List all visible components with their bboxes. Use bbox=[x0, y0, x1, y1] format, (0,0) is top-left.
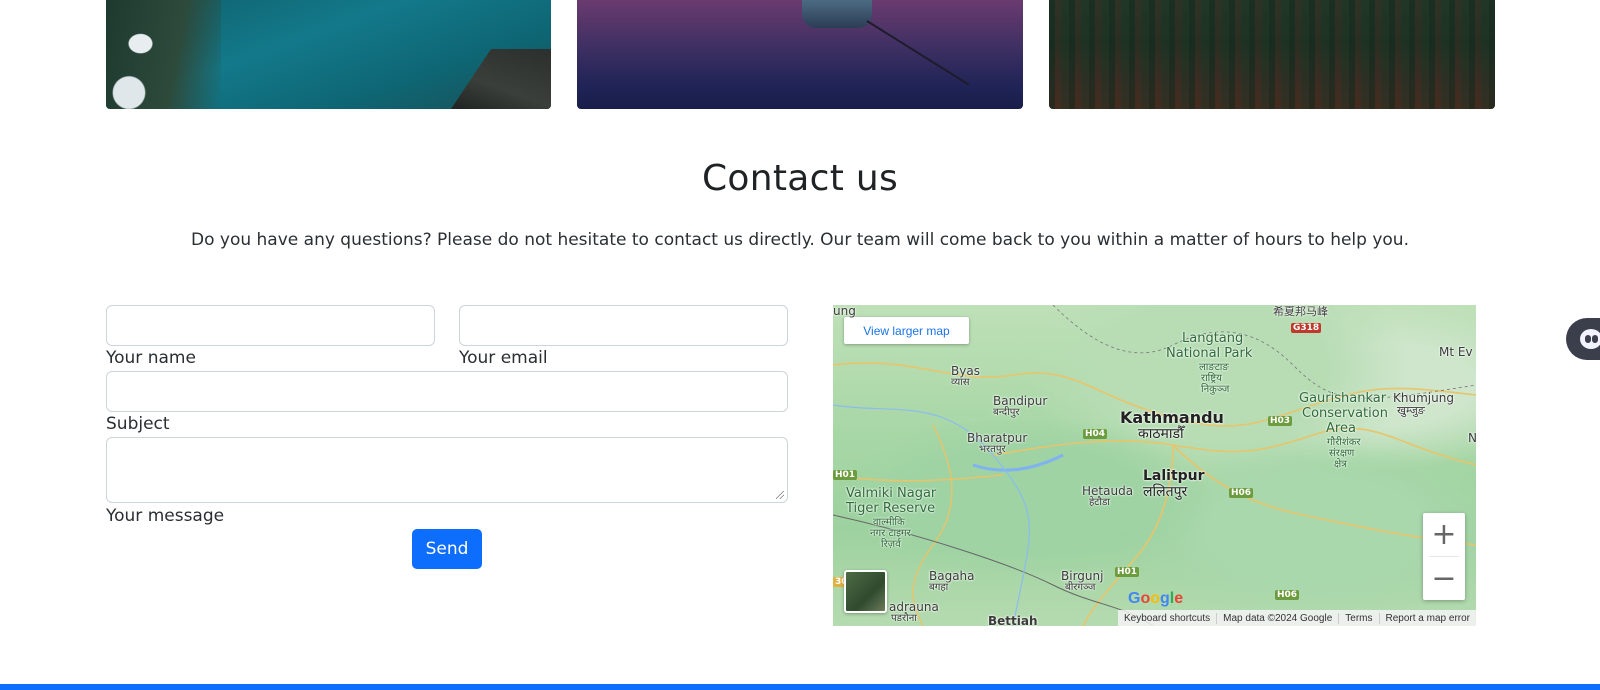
map-label-langtang-dev2: राष्ट्रिय bbox=[1201, 373, 1222, 384]
map-label-gaurishankar: Gaurishankar bbox=[1299, 391, 1387, 406]
contact-lead-text: Do you have any questions? Please do not… bbox=[191, 230, 1409, 250]
map-label-mt-everest: Mt Ev bbox=[1439, 345, 1473, 359]
map-label-ung: ung bbox=[833, 305, 856, 318]
highway-badge-g318: G318 bbox=[1291, 323, 1322, 333]
chat-widget-button[interactable] bbox=[1566, 318, 1600, 360]
message-field[interactable] bbox=[106, 437, 788, 503]
map-label-birgunj-dev: बीरगञ्ज bbox=[1065, 582, 1096, 593]
map-label-bandipur-dev: बन्दीपुर bbox=[993, 407, 1020, 418]
gallery-image-boat bbox=[577, 0, 1023, 109]
terms-link[interactable]: Terms bbox=[1338, 612, 1378, 624]
highway-badge-h01-west: H01 bbox=[833, 470, 858, 480]
map-label-shishapangma: 希夏邦马峰 bbox=[1273, 305, 1328, 318]
map-zoom-controls: + − bbox=[1423, 513, 1465, 600]
map-label-kathmandu: Kathmandu bbox=[1120, 408, 1224, 427]
map-attribution-bar: Keyboard shortcuts Map data ©2024 Google… bbox=[1117, 610, 1476, 626]
email-label: Your email bbox=[459, 348, 548, 368]
highway-badge-h06-north: H06 bbox=[1229, 488, 1254, 498]
contact-title: Contact us bbox=[701, 158, 899, 199]
map-label-lalitpur: Lalitpur bbox=[1143, 468, 1205, 484]
map-label-valmiki-dev2: नगर टाइगर bbox=[870, 528, 911, 539]
name-field[interactable] bbox=[106, 305, 435, 346]
map-label-bharatpur-dev: भरतपुर bbox=[979, 444, 1006, 455]
email-input[interactable] bbox=[460, 306, 787, 345]
highway-badge-h04: H04 bbox=[1083, 429, 1108, 439]
resize-grip-icon[interactable] bbox=[776, 491, 784, 499]
map-label-langtang-dev3: निकुञ्ज bbox=[1201, 384, 1230, 395]
footer-top-bar bbox=[0, 684, 1600, 690]
robot-eyes-icon bbox=[1580, 329, 1600, 349]
report-map-error-link[interactable]: Report a map error bbox=[1378, 612, 1476, 624]
subject-input[interactable] bbox=[107, 372, 787, 411]
map-label-tiger-reserve: Tiger Reserve bbox=[846, 501, 936, 516]
map-label-gaurishankar-dev1: गौरीशंकर bbox=[1327, 437, 1361, 448]
map-label-byas-dev: व्यास bbox=[951, 377, 970, 388]
highway-badge-h03: H03 bbox=[1268, 416, 1293, 426]
map-label-langtang: Langtang bbox=[1182, 331, 1244, 346]
map-label-area: Area bbox=[1326, 421, 1356, 436]
map-label-lalitpur-dev: ललितपुर bbox=[1143, 484, 1188, 500]
map-label-bagaha-dev: बगहा bbox=[929, 582, 949, 593]
zoom-in-button[interactable]: + bbox=[1423, 513, 1465, 556]
map-label-national-park: National Park bbox=[1166, 346, 1253, 361]
map-label-hetauda-dev: हेटौडा bbox=[1089, 497, 1110, 508]
map-label-valmiki-nagar: Valmiki Nagar bbox=[846, 486, 937, 501]
subject-label: Subject bbox=[106, 414, 170, 434]
gallery-image-lake bbox=[106, 0, 551, 109]
highway-badge-h06-south: H06 bbox=[1275, 590, 1300, 600]
send-button[interactable]: Send bbox=[412, 529, 482, 569]
map-label-kathmandu-dev: काठमाडौँ bbox=[1138, 426, 1184, 442]
subject-field[interactable] bbox=[106, 371, 788, 412]
map-label-conservation: Conservation bbox=[1302, 406, 1388, 421]
map-label-valmiki-dev3: रिज़र्व bbox=[881, 539, 901, 550]
name-input[interactable] bbox=[107, 306, 434, 345]
keyboard-shortcuts-link[interactable]: Keyboard shortcuts bbox=[1118, 613, 1216, 624]
google-map[interactable]: View larger map ung 希夏邦马峰 G318 Langtang … bbox=[833, 305, 1476, 626]
email-field[interactable] bbox=[459, 305, 788, 346]
view-larger-map-link[interactable]: View larger map bbox=[844, 317, 969, 344]
map-label-langtang-dev1: लाङटाङ bbox=[1199, 362, 1229, 373]
message-textarea[interactable] bbox=[107, 438, 787, 502]
satellite-toggle-thumbnail[interactable] bbox=[844, 570, 887, 613]
google-logo: Google bbox=[1128, 590, 1184, 607]
highway-badge-h01-south: H01 bbox=[1115, 567, 1140, 577]
map-label-bettiah: Bettiah bbox=[988, 614, 1038, 626]
message-label: Your message bbox=[106, 506, 225, 526]
map-data-text: Map data ©2024 Google bbox=[1216, 612, 1338, 624]
map-label-khumjung-dev: खुम्जुङ bbox=[1397, 404, 1425, 417]
map-label-n: N bbox=[1468, 431, 1476, 445]
gallery-image-forest bbox=[1049, 0, 1495, 109]
name-label: Your name bbox=[106, 348, 196, 368]
map-label-gaurishankar-dev3: क्षेत्र bbox=[1334, 459, 1347, 470]
map-label-padrauna-dev: पडरौना bbox=[891, 613, 917, 624]
zoom-out-button[interactable]: − bbox=[1423, 557, 1465, 600]
map-label-gaurishankar-dev2: संरक्षण bbox=[1329, 448, 1355, 459]
map-label-valmiki-dev1: वाल्मीकि bbox=[873, 517, 905, 528]
